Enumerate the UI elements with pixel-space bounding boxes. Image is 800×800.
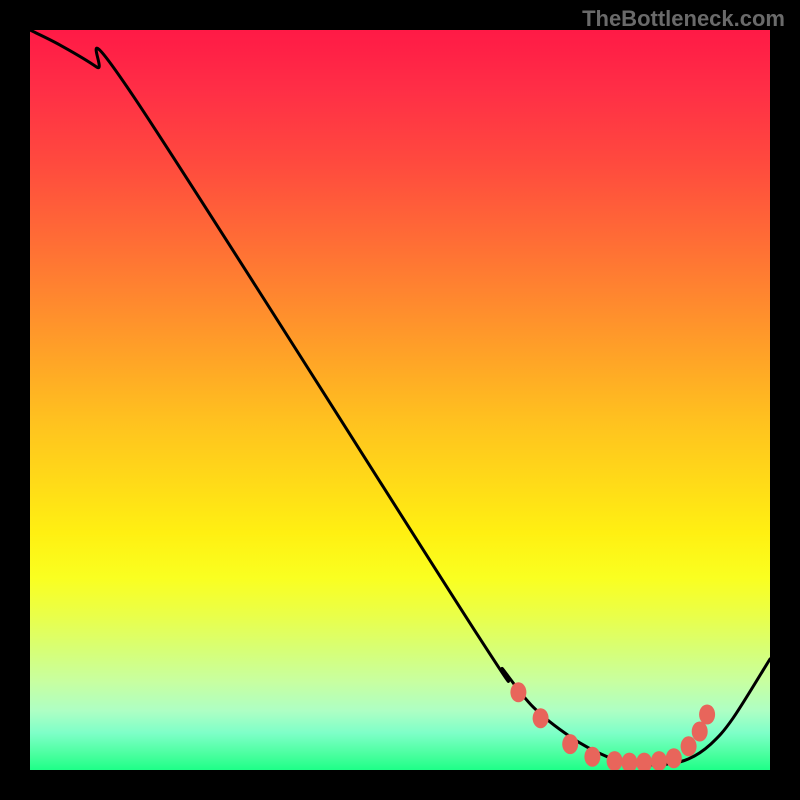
marker-dot (584, 747, 600, 767)
marker-dot (510, 682, 526, 702)
marker-dot (651, 751, 667, 770)
watermark-text: TheBottleneck.com (582, 6, 785, 32)
marker-dot (692, 722, 708, 742)
chart-plot-area (30, 30, 770, 770)
marker-dot (621, 753, 637, 770)
marker-dot (533, 708, 549, 728)
chart-svg (30, 30, 770, 770)
marker-group (510, 682, 715, 770)
marker-dot (607, 751, 623, 770)
curve-line (30, 30, 770, 765)
marker-dot (562, 734, 578, 754)
marker-dot (636, 753, 652, 770)
marker-dot (681, 736, 697, 756)
marker-dot (699, 705, 715, 725)
marker-dot (666, 748, 682, 768)
